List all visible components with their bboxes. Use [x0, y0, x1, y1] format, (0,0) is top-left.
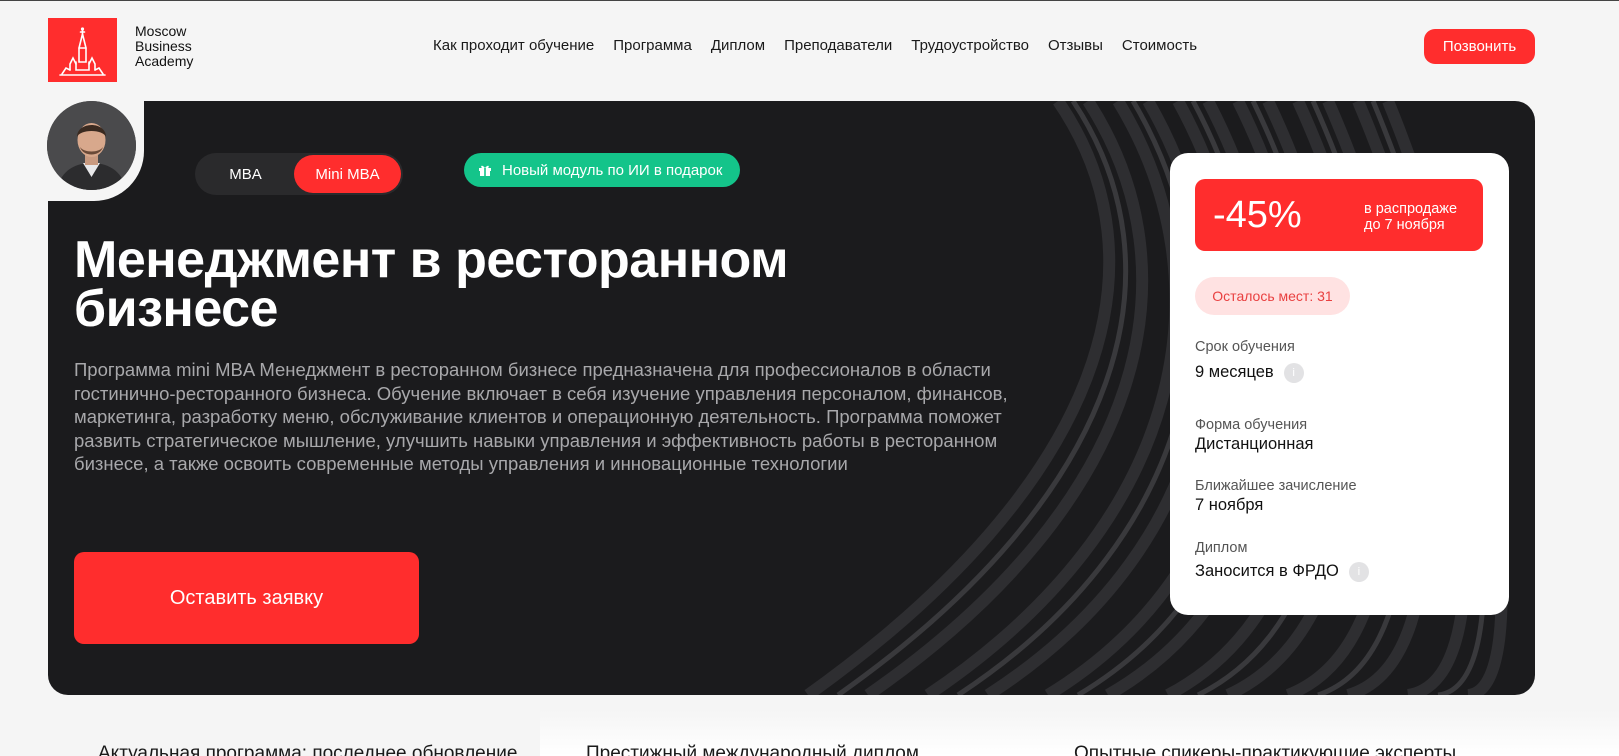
- form-value: Дистанционная: [1195, 435, 1314, 453]
- sale-note: в распродаже до 7 ноября: [1364, 201, 1457, 233]
- logo-line-3: Academy: [135, 53, 194, 69]
- feature-item-program: Актуальная программа: последнее обновлен…: [98, 743, 518, 756]
- diploma-value: Заносится в ФРДО: [1195, 562, 1339, 580]
- info-form: Форма обучения Дистанционная: [1195, 416, 1495, 455]
- feature-item-diploma: Престижный международный диплом: [586, 743, 919, 756]
- discount-banner: -45% в распродаже до 7 ноября: [1195, 179, 1483, 251]
- logo-line-2: Business: [135, 38, 192, 54]
- sale-line-1: в распродаже: [1364, 201, 1458, 217]
- diploma-row: Заносится в ФРДО i: [1195, 561, 1495, 582]
- nav-item-program[interactable]: Программа: [613, 37, 692, 54]
- avatar: [47, 101, 136, 190]
- title-line-2: бизнесе: [74, 280, 278, 338]
- feature-item-speakers: Опытные спикеры-практикующие эксперты: [1074, 743, 1457, 756]
- discount-value: -45%: [1213, 194, 1302, 236]
- page-title: Менеджмент в ресторанном бизнесе: [74, 234, 974, 335]
- enroll-value: 7 ноября: [1195, 496, 1264, 514]
- duration-value: 9 месяцев: [1195, 363, 1274, 381]
- logo[interactable]: [48, 18, 117, 82]
- nav-item-employment[interactable]: Трудоустройство: [911, 37, 1029, 54]
- program-type-switch: MBA Mini MBA: [195, 153, 403, 195]
- switch-option-mini-mba[interactable]: Mini MBA: [294, 155, 401, 193]
- nav-item-teachers[interactable]: Преподаватели: [784, 37, 892, 54]
- info-icon[interactable]: i: [1348, 561, 1369, 582]
- main-nav: Как проходит обучение Программа Диплом П…: [433, 37, 1197, 54]
- program-info-card: -45% в распродаже до 7 ноября Осталось м…: [1170, 153, 1509, 615]
- enroll-label: Ближайшее зачисление: [1195, 478, 1357, 494]
- gift-label: Новый модуль по ИИ в подарок: [502, 161, 723, 179]
- apply-button[interactable]: Оставить заявку: [74, 552, 419, 644]
- sale-line-2: до 7 ноября: [1364, 217, 1445, 233]
- kremlin-tower-icon: [59, 27, 106, 76]
- info-icon[interactable]: i: [1283, 362, 1304, 383]
- nav-item-price[interactable]: Стоимость: [1122, 37, 1197, 54]
- duration-label: Срок обучения: [1195, 339, 1295, 355]
- form-label: Форма обучения: [1195, 417, 1308, 433]
- nav-item-diploma[interactable]: Диплом: [711, 37, 765, 54]
- person-photo-icon: [47, 101, 136, 190]
- seats-left-badge: Осталось мест: 31: [1195, 277, 1350, 315]
- gift-badge[interactable]: Новый модуль по ИИ в подарок: [464, 153, 740, 187]
- switch-option-mba[interactable]: MBA: [197, 155, 294, 193]
- site-header: Moscow Business Academy Как проходит обу…: [0, 0, 1619, 96]
- call-button[interactable]: Позвонить: [1424, 29, 1535, 64]
- logo-line-1: Moscow: [135, 23, 187, 39]
- program-description: Программа mini MBA Менеджмент в ресторан…: [74, 359, 1008, 474]
- info-enrollment: Ближайшее зачисление 7 ноября: [1195, 477, 1495, 516]
- info-duration: Срок обучения 9 месяцев i: [1195, 338, 1495, 383]
- info-diploma: Диплом Заносится в ФРДО i: [1195, 539, 1495, 582]
- gift-icon: [479, 165, 491, 176]
- duration-row: 9 месяцев i: [1195, 362, 1495, 383]
- nav-item-reviews[interactable]: Отзывы: [1048, 37, 1103, 54]
- nav-item-how-learning[interactable]: Как проходит обучение: [433, 37, 594, 54]
- logo-text: Moscow Business Academy: [135, 24, 225, 69]
- diploma-label: Диплом: [1195, 540, 1248, 556]
